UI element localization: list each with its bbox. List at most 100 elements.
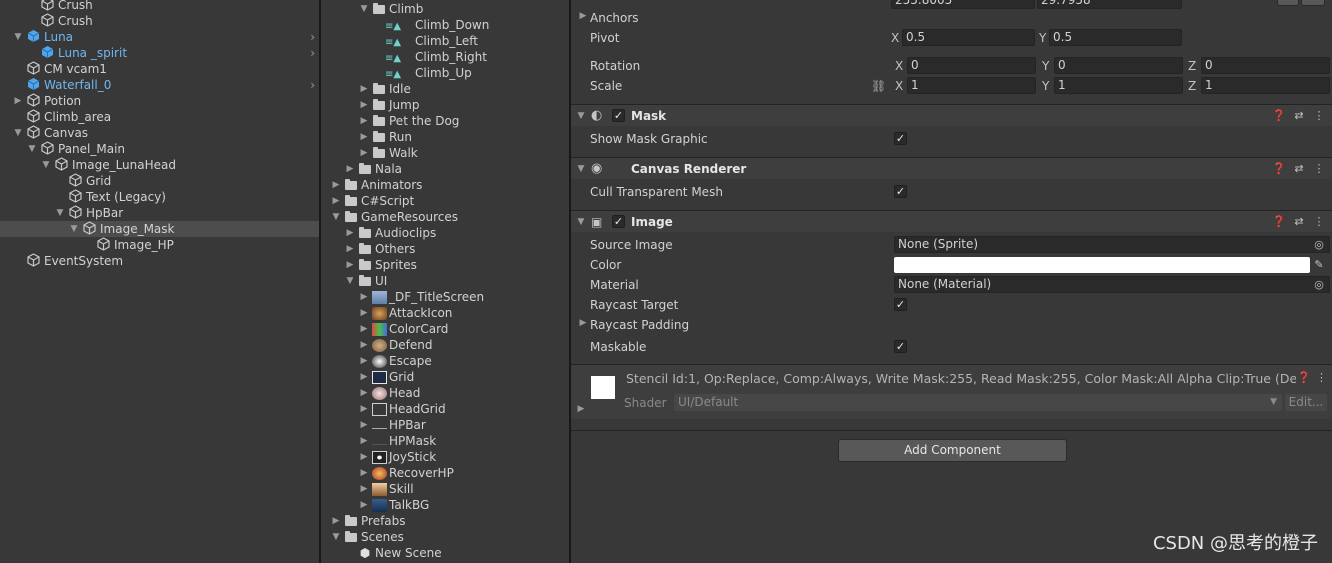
project-item[interactable]: ▶ Animators [321, 177, 569, 193]
constrain-proportions-icon[interactable]: ⛓ [871, 76, 886, 96]
image-enabled-checkbox[interactable]: ✓ [612, 215, 625, 228]
source-image-field[interactable]: None (Sprite) [894, 236, 1330, 253]
raycast-padding-row[interactable]: ▶ Raycast Padding [571, 315, 1332, 335]
hierarchy-item[interactable]: ▼ Canvas [0, 125, 319, 141]
project-item[interactable]: ▶ JoyStick [321, 449, 569, 465]
hierarchy-item[interactable]: ▼ Luna › [0, 29, 319, 45]
collapsed-arrow-icon[interactable]: ▶ [359, 337, 369, 353]
raw-edit-button[interactable] [1277, 0, 1299, 6]
help-icon[interactable]: ❓ [1272, 158, 1286, 180]
eyedropper-icon[interactable]: ✎ [1312, 258, 1326, 272]
project-item[interactable]: ▼ GameResources [321, 209, 569, 225]
project-item[interactable]: ▶ HPBar [321, 417, 569, 433]
project-item[interactable]: ▶ _DF_TitleScreen [321, 289, 569, 305]
rotation-y-field[interactable]: 0 [1054, 57, 1183, 74]
rotation-z-axis[interactable]: Z [1188, 56, 1196, 76]
expanded-arrow-icon[interactable]: ▼ [13, 125, 23, 141]
help-icon[interactable]: ❓ [1272, 105, 1286, 127]
collapsed-arrow-icon[interactable]: ▶ [13, 93, 23, 109]
help-icon[interactable]: ❓ [1272, 211, 1286, 233]
scale-x-field[interactable]: 1 [907, 77, 1036, 94]
expanded-arrow-icon[interactable]: ▼ [69, 221, 79, 237]
presets-icon[interactable]: ⇄ [1292, 105, 1306, 127]
project-item[interactable]: ▶ Escape [321, 353, 569, 369]
chevron-right-icon[interactable]: › [310, 45, 315, 61]
collapsed-arrow-icon[interactable]: ▶ [359, 129, 369, 145]
foldout-arrow-icon[interactable]: ▼ [576, 108, 586, 124]
rotation-x-field[interactable]: 0 [907, 57, 1036, 74]
expanded-arrow-icon[interactable]: ▼ [359, 1, 369, 17]
hierarchy-item[interactable]: ▼ Panel_Main [0, 141, 319, 157]
collapsed-arrow-icon[interactable]: ▶ [359, 353, 369, 369]
chevron-right-icon[interactable]: › [310, 77, 315, 93]
canvas-renderer-header[interactable]: ▼ ◉ Canvas Renderer ❓ ⇄ ⋮ [571, 157, 1332, 179]
object-picker-icon[interactable]: ◎ [1312, 278, 1326, 292]
project-item[interactable]: ▶ Head [321, 385, 569, 401]
project-item[interactable]: ▶ RecoverHP [321, 465, 569, 481]
mask-enabled-checkbox[interactable]: ✓ [612, 109, 625, 122]
project-item[interactable]: ▶ TalkBG [321, 497, 569, 513]
pivot-y-axis[interactable]: Y [1039, 28, 1046, 48]
collapsed-arrow-icon[interactable]: ▶ [359, 465, 369, 481]
material-field[interactable]: None (Material) [894, 276, 1330, 293]
collapsed-arrow-icon[interactable]: ▶ [359, 497, 369, 513]
collapsed-arrow-icon[interactable]: ▶ [331, 177, 341, 193]
project-item[interactable]: ▶ ColorCard [321, 321, 569, 337]
presets-icon[interactable]: ⇄ [1292, 158, 1306, 180]
collapsed-arrow-icon[interactable]: ▶ [359, 97, 369, 113]
project-item[interactable]: ⬢ New Scene [321, 545, 569, 561]
collapsed-arrow-icon[interactable]: ▶ [359, 481, 369, 497]
collapsed-arrow-icon[interactable]: ▶ [359, 449, 369, 465]
hierarchy-item[interactable]: Text (Legacy) [0, 189, 319, 205]
scale-z-field[interactable]: 1 [1201, 77, 1330, 94]
hierarchy-item[interactable]: Climb_area [0, 109, 319, 125]
project-item[interactable]: ≡▲ Climb_Left [321, 33, 569, 49]
project-item[interactable]: ▶ Idle [321, 81, 569, 97]
project-item[interactable]: ▶ Walk [321, 145, 569, 161]
collapsed-arrow-icon[interactable]: ▶ [345, 161, 355, 177]
project-item[interactable]: ▼ Climb [321, 1, 569, 17]
expanded-arrow-icon[interactable]: ▼ [345, 273, 355, 289]
context-menu-icon[interactable]: ⋮ [1312, 105, 1326, 127]
collapsed-arrow-icon[interactable]: ▶ [345, 257, 355, 273]
color-swatch[interactable] [894, 257, 1310, 273]
collapsed-arrow-icon[interactable]: ▶ [578, 315, 588, 331]
collapsed-arrow-icon[interactable]: ▶ [345, 225, 355, 241]
project-item[interactable]: ≡▲ Climb_Down [321, 17, 569, 33]
scale-z-axis[interactable]: Z [1188, 76, 1196, 96]
mask-component-header[interactable]: ▼ ◐ ✓ Mask ❓ ⇄ ⋮ [571, 104, 1332, 126]
cull-transparent-checkbox[interactable]: ✓ [894, 185, 907, 198]
collapsed-arrow-icon[interactable]: ▶ [359, 113, 369, 129]
project-item[interactable]: ▶ Run [321, 129, 569, 145]
collapsed-arrow-icon[interactable]: ▶ [359, 433, 369, 449]
project-item[interactable]: ▶ HPMask [321, 433, 569, 449]
context-menu-icon[interactable]: ⋮ [1316, 371, 1327, 384]
project-item[interactable]: ≡▲ Climb_Up [321, 65, 569, 81]
hierarchy-item[interactable]: EventSystem [0, 253, 319, 269]
collapsed-arrow-icon[interactable]: ▶ [359, 401, 369, 417]
hierarchy-item[interactable]: CM vcam1 [0, 61, 319, 77]
pivot-y-field[interactable]: 0.5 [1049, 29, 1182, 46]
project-item[interactable]: ▶ Jump [321, 97, 569, 113]
expanded-arrow-icon[interactable]: ▼ [13, 29, 23, 45]
edit-shader-button[interactable]: Edit... [1285, 394, 1327, 411]
collapsed-arrow-icon[interactable]: ▶ [576, 401, 586, 417]
reset-button[interactable] [1301, 0, 1325, 6]
rotation-y-axis[interactable]: Y [1042, 56, 1049, 76]
context-menu-icon[interactable]: ⋮ [1312, 158, 1326, 180]
collapsed-arrow-icon[interactable]: ▶ [359, 385, 369, 401]
object-picker-icon[interactable]: ◎ [1312, 238, 1326, 252]
hierarchy-item[interactable]: ▼ HpBar [0, 205, 319, 221]
show-mask-graphic-checkbox[interactable]: ✓ [894, 132, 907, 145]
collapsed-arrow-icon[interactable]: ▶ [578, 8, 588, 24]
expanded-arrow-icon[interactable]: ▼ [331, 529, 341, 545]
rotation-z-field[interactable]: 0 [1201, 57, 1330, 74]
project-item[interactable]: ▶ Audioclips [321, 225, 569, 241]
foldout-arrow-icon[interactable]: ▼ [576, 161, 586, 177]
hierarchy-item[interactable]: ▶ Potion [0, 93, 319, 109]
collapsed-arrow-icon[interactable]: ▶ [359, 417, 369, 433]
expanded-arrow-icon[interactable]: ▼ [27, 141, 37, 157]
collapsed-arrow-icon[interactable]: ▶ [359, 305, 369, 321]
pivot-x-field[interactable]: 0.5 [902, 29, 1035, 46]
scale-x-axis[interactable]: X [895, 76, 903, 96]
